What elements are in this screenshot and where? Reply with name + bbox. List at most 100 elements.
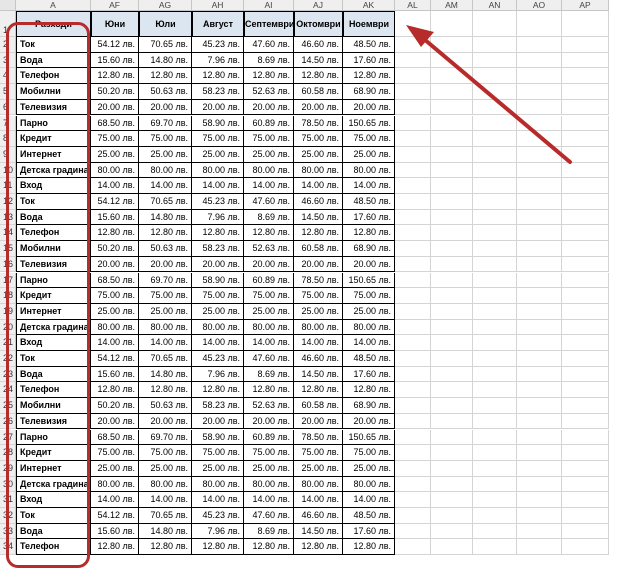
empty-cell[interactable] [473,52,517,69]
empty-cell[interactable] [473,335,517,351]
value-cell[interactable]: 25.00 лв. [192,303,244,320]
value-cell[interactable]: 25.00 лв. [192,146,244,163]
empty-cell[interactable] [562,115,609,132]
value-cell[interactable]: 68.90 лв. [343,241,395,257]
value-cell[interactable]: 60.58 лв. [294,84,343,100]
empty-cell[interactable] [517,382,562,399]
column-header-ai[interactable]: AI [244,0,294,11]
value-cell[interactable]: 14.00 лв. [192,335,244,351]
value-cell[interactable]: 20.00 лв. [294,256,343,273]
expense-label-cell[interactable]: Детска градина [16,319,91,336]
empty-cell[interactable] [473,209,517,226]
value-cell[interactable]: 12.80 лв. [343,68,395,85]
value-cell[interactable]: 12.80 лв. [244,539,294,556]
empty-cell[interactable] [395,99,431,116]
empty-cell[interactable] [517,445,562,461]
value-cell[interactable]: 50.20 лв. [91,398,139,414]
row-header-30[interactable]: 30 [0,476,16,493]
value-cell[interactable]: 12.80 лв. [91,382,139,399]
empty-cell[interactable] [517,539,562,556]
value-cell[interactable]: 14.80 лв. [139,523,192,540]
expense-label-cell[interactable]: Кредит [16,445,91,461]
expense-label-cell[interactable]: Детска градина [16,162,91,179]
empty-cell[interactable] [395,162,431,179]
value-cell[interactable]: 14.50 лв. [294,523,343,540]
empty-cell[interactable] [562,366,609,383]
value-cell[interactable]: 8.69 лв. [244,209,294,226]
expense-label-cell[interactable]: Телевизия [16,413,91,430]
value-cell[interactable]: 12.80 лв. [91,539,139,556]
expense-label-cell[interactable]: Телефон [16,382,91,399]
header-cell-6[interactable]: Ноември [343,11,395,37]
expense-label-cell[interactable]: Телевизия [16,99,91,116]
value-cell[interactable]: 20.00 лв. [91,256,139,273]
empty-cell[interactable] [431,131,473,147]
empty-cell[interactable] [431,225,473,242]
empty-cell[interactable] [431,382,473,399]
empty-cell[interactable] [431,413,473,430]
value-cell[interactable]: 46.60 лв. [294,508,343,524]
row-header-12[interactable]: 12 [0,194,16,210]
value-cell[interactable]: 68.90 лв. [343,398,395,414]
expense-label-cell[interactable]: Телевизия [16,256,91,273]
empty-cell[interactable] [562,84,609,100]
value-cell[interactable]: 14.00 лв. [294,178,343,194]
value-cell[interactable]: 12.80 лв. [139,225,192,242]
expense-label-cell[interactable]: Телефон [16,225,91,242]
empty-cell[interactable] [431,319,473,336]
row-header-6[interactable]: 6 [0,99,16,116]
value-cell[interactable]: 20.00 лв. [343,256,395,273]
header-cell-3[interactable]: Август [192,11,244,37]
value-cell[interactable]: 7.96 лв. [192,523,244,540]
empty-cell[interactable] [473,523,517,540]
empty-cell[interactable] [562,492,609,508]
empty-cell[interactable] [517,11,562,37]
value-cell[interactable]: 68.50 лв. [91,115,139,132]
empty-cell[interactable] [562,429,609,446]
value-cell[interactable]: 78.50 лв. [294,115,343,132]
row-header-21[interactable]: 21 [0,335,16,351]
empty-cell[interactable] [562,209,609,226]
value-cell[interactable]: 50.63 лв. [139,84,192,100]
empty-cell[interactable] [395,460,431,477]
empty-cell[interactable] [517,476,562,493]
value-cell[interactable]: 80.00 лв. [192,476,244,493]
value-cell[interactable]: 12.80 лв. [294,68,343,85]
empty-cell[interactable] [431,460,473,477]
empty-cell[interactable] [517,492,562,508]
empty-cell[interactable] [395,272,431,289]
expense-label-cell[interactable]: Интернет [16,146,91,163]
expense-label-cell[interactable]: Ток [16,37,91,53]
value-cell[interactable]: 75.00 лв. [91,131,139,147]
value-cell[interactable]: 70.65 лв. [139,508,192,524]
value-cell[interactable]: 70.65 лв. [139,351,192,367]
value-cell[interactable]: 14.00 лв. [343,178,395,194]
value-cell[interactable]: 8.69 лв. [244,523,294,540]
value-cell[interactable]: 80.00 лв. [294,476,343,493]
empty-cell[interactable] [431,398,473,414]
empty-cell[interactable] [431,115,473,132]
value-cell[interactable]: 52.63 лв. [244,398,294,414]
value-cell[interactable]: 25.00 лв. [91,460,139,477]
empty-cell[interactable] [431,194,473,210]
value-cell[interactable]: 14.00 лв. [139,335,192,351]
value-cell[interactable]: 68.90 лв. [343,84,395,100]
row-header-19[interactable]: 19 [0,303,16,320]
empty-cell[interactable] [431,272,473,289]
value-cell[interactable]: 25.00 лв. [343,460,395,477]
value-cell[interactable]: 25.00 лв. [244,303,294,320]
empty-cell[interactable] [562,303,609,320]
row-header-18[interactable]: 18 [0,288,16,304]
value-cell[interactable]: 54.12 лв. [91,351,139,367]
row-header-2[interactable]: 2 [0,37,16,53]
empty-cell[interactable] [395,37,431,53]
value-cell[interactable]: 17.60 лв. [343,523,395,540]
empty-cell[interactable] [473,131,517,147]
value-cell[interactable]: 75.00 лв. [294,131,343,147]
value-cell[interactable]: 69.70 лв. [139,272,192,289]
value-cell[interactable]: 14.80 лв. [139,209,192,226]
expense-label-cell[interactable]: Мобилни [16,398,91,414]
empty-cell[interactable] [395,11,431,37]
row-header-3[interactable]: 3 [0,52,16,69]
value-cell[interactable]: 12.80 лв. [343,225,395,242]
